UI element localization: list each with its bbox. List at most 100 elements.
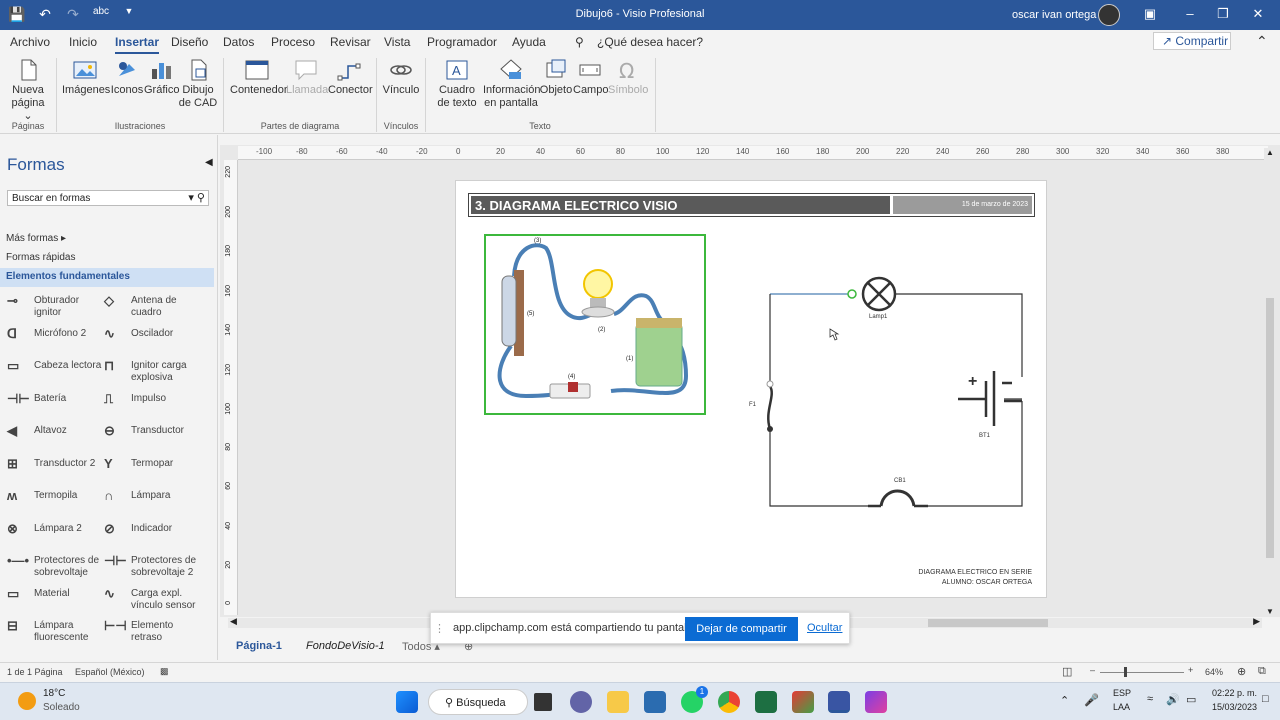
objeto-button[interactable]: Objeto xyxy=(539,58,573,97)
maximize-icon[interactable]: ❐ xyxy=(1213,6,1233,22)
excel-icon[interactable] xyxy=(755,691,777,713)
mas-formas-link[interactable]: Más formas ▸ xyxy=(6,233,66,244)
notifications-icon[interactable]: □ xyxy=(1262,693,1269,705)
vertical-scroll-thumb[interactable] xyxy=(1266,298,1274,558)
shape-item[interactable]: ⊸ Obturador ignitor xyxy=(7,294,107,323)
title-block[interactable]: 3. DIAGRAMA ELECTRICO VISIO 15 de marzo … xyxy=(468,193,1035,217)
presentation-mode-icon[interactable]: ◫ xyxy=(1062,665,1072,678)
minimize-icon[interactable]: – xyxy=(1180,6,1200,21)
tab-ayuda[interactable]: Ayuda xyxy=(512,35,546,49)
language-indicator[interactable]: Español (México) xyxy=(75,667,145,677)
shape-item[interactable]: ⊟ Lámpara fluorescente xyxy=(7,619,107,648)
imagenes-button[interactable]: Imágenes xyxy=(62,58,110,97)
scroll-down-icon[interactable]: ▼ xyxy=(1266,607,1274,616)
tell-me-box[interactable]: ¿Qué desea hacer? xyxy=(597,35,703,49)
shape-item[interactable]: ∩ Lámpara xyxy=(104,489,204,518)
collapse-ribbon-icon[interactable]: ⌃ xyxy=(1256,33,1268,50)
tab-diseno[interactable]: Diseño xyxy=(171,35,208,49)
conector-button[interactable]: Conector xyxy=(328,58,373,97)
file-explorer-icon[interactable] xyxy=(607,691,629,713)
stencil-elementos[interactable]: Elementos fundamentales xyxy=(0,268,214,287)
macro-icon[interactable]: ▩ xyxy=(160,666,169,677)
user-name[interactable]: oscar ivan ortega xyxy=(1012,9,1096,21)
microphone-icon[interactable]: 🎤 xyxy=(1084,693,1099,707)
clock-date[interactable]: 15/03/2023 xyxy=(1212,702,1257,712)
search-icon[interactable]: ▾ ⚲ xyxy=(188,191,205,204)
volume-icon[interactable]: 🔊 xyxy=(1166,693,1180,706)
fit-page-icon[interactable]: ⊕ xyxy=(1237,665,1246,678)
shape-item[interactable]: ʍ Termopila xyxy=(7,489,107,518)
language-laa[interactable]: LAA xyxy=(1113,702,1130,712)
tab-fondo[interactable]: FondoDeVisio-1 xyxy=(306,640,385,652)
formas-rapidas-link[interactable]: Formas rápidas xyxy=(6,252,75,263)
shape-item[interactable]: ⊣⊢ Protectores de sobrevoltaje 2 xyxy=(104,554,204,583)
zoom-level[interactable]: 64% xyxy=(1205,667,1223,677)
ribbon-display-icon[interactable]: ▣ xyxy=(1140,6,1160,22)
shape-item[interactable]: ◀ Altavoz xyxy=(7,424,107,453)
tab-inicio[interactable]: Inicio xyxy=(69,35,97,49)
search-shapes-input[interactable]: Buscar en formas ▾ ⚲ xyxy=(7,190,209,206)
mail-icon[interactable] xyxy=(644,691,666,713)
scroll-left-icon[interactable]: ◀ xyxy=(230,616,237,627)
lightbulb-search-icon[interactable]: ⚲ xyxy=(575,35,584,49)
dibujo-cad-button[interactable]: Dibujo de CAD xyxy=(178,58,218,110)
page-count[interactable]: 1 de 1 Página xyxy=(7,667,63,677)
shape-item[interactable]: ᗡ Micrófono 2 xyxy=(7,327,107,356)
drawing-page[interactable]: 3. DIAGRAMA ELECTRICO VISIO 15 de marzo … xyxy=(455,180,1047,598)
shape-item[interactable]: ▭ Cabeza lectora xyxy=(7,359,107,388)
language-esp[interactable]: ESP xyxy=(1113,688,1131,698)
shape-item[interactable]: ⊣⊢ Batería xyxy=(7,392,107,421)
tab-vista[interactable]: Vista xyxy=(384,35,410,49)
weather-sun-icon[interactable] xyxy=(18,692,36,710)
shape-item[interactable]: ⊖ Transductor xyxy=(104,424,204,453)
zoom-in-icon[interactable]: + xyxy=(1188,665,1193,675)
shape-item[interactable]: Y Termopar xyxy=(104,457,204,486)
avatar[interactable] xyxy=(1098,4,1120,26)
shape-item[interactable]: ∿ Oscilador xyxy=(104,327,204,356)
chrome-icon[interactable] xyxy=(718,691,740,713)
weather-desc[interactable]: Soleado xyxy=(43,702,80,713)
windows-start-icon[interactable] xyxy=(396,691,418,713)
shape-item[interactable]: ⊞ Transductor 2 xyxy=(7,457,107,486)
campo-button[interactable]: Campo xyxy=(573,58,608,97)
shape-item[interactable]: ⊓ Ignitor carga explosiva xyxy=(104,359,204,388)
hide-share-bar-link[interactable]: Ocultar xyxy=(807,622,842,634)
shape-item[interactable]: ◇ Antena de cuadro xyxy=(104,294,204,323)
clock-time[interactable]: 02:22 p. m. xyxy=(1212,688,1257,698)
tab-archivo[interactable]: Archivo xyxy=(10,35,50,49)
app-icon[interactable] xyxy=(792,691,814,713)
close-icon[interactable]: ✕ xyxy=(1248,6,1268,22)
grafico-button[interactable]: Gráfico xyxy=(144,58,179,97)
zoom-slider-thumb[interactable] xyxy=(1124,667,1127,677)
nueva-pagina-button[interactable]: Nueva página ⌄ xyxy=(8,58,48,123)
shape-item[interactable]: ⊘ Indicador xyxy=(104,522,204,551)
shape-item[interactable]: ⎍ Impulso xyxy=(104,392,204,421)
shape-item[interactable]: ⊢⊣ Elemento retraso xyxy=(104,619,204,648)
shape-item[interactable]: ⊗ Lámpara 2 xyxy=(7,522,107,551)
tab-programador[interactable]: Programador xyxy=(427,35,497,49)
weather-temp[interactable]: 18°C xyxy=(43,688,65,699)
contenedor-button[interactable]: Contenedor xyxy=(230,58,288,97)
vertical-scrollbar[interactable]: ▲ ▼ xyxy=(1264,148,1276,616)
tab-proceso[interactable]: Proceso xyxy=(271,35,315,49)
info-pantalla-button[interactable]: Información en pantalla xyxy=(483,58,540,110)
series-circuit-schematic[interactable]: + Lamp1 BT1 F1 CB1 xyxy=(746,271,1036,521)
wifi-icon[interactable]: ≈ xyxy=(1147,693,1153,705)
iconos-button[interactable]: Iconos xyxy=(110,58,144,97)
zoom-out-icon[interactable]: – xyxy=(1090,665,1095,675)
llamada-button[interactable]: Llamada xyxy=(286,58,328,97)
tab-insertar[interactable]: Insertar xyxy=(115,35,160,54)
tab-datos[interactable]: Datos xyxy=(223,35,254,49)
teams-chat-icon[interactable] xyxy=(570,691,592,713)
visio-icon[interactable] xyxy=(828,691,850,713)
shape-item[interactable]: ▭ Material xyxy=(7,587,107,616)
vinculo-button[interactable]: Vínculo xyxy=(381,58,421,97)
scroll-up-icon[interactable]: ▲ xyxy=(1266,148,1274,157)
switch-windows-icon[interactable]: ⧉ xyxy=(1258,665,1266,678)
task-view-icon[interactable] xyxy=(534,693,552,711)
horizontal-scroll-thumb[interactable] xyxy=(928,619,1048,627)
tab-revisar[interactable]: Revisar xyxy=(330,35,371,49)
circuit-illustration[interactable]: (3) (5) (2) (1) (4) xyxy=(484,234,706,415)
clipchamp-icon[interactable] xyxy=(865,691,887,713)
shape-item[interactable]: ∿ Carga expl. vínculo sensor xyxy=(104,587,204,616)
